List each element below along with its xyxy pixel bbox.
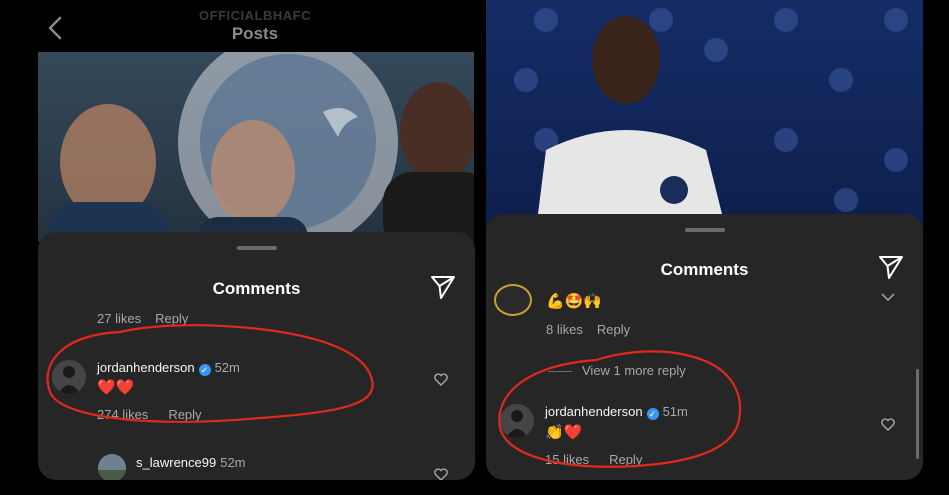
comment-text: ❤️❤️: [97, 379, 135, 396]
avatar[interactable]: [52, 360, 86, 394]
comment-header: jordanhenderson ✓ 51m: [545, 404, 688, 420]
likes-count: 27 likes: [97, 311, 142, 326]
sheet-drag-handle[interactable]: [684, 228, 725, 232]
reply-button[interactable]: Reply: [155, 311, 188, 326]
reply-button[interactable]: Reply: [168, 407, 201, 422]
comment-time: 51m: [662, 404, 688, 419]
page-title: Posts: [231, 24, 279, 43]
likes-count[interactable]: 8 likes: [546, 322, 583, 337]
view-more-label: View 1 more reply: [582, 363, 686, 378]
like-button[interactable]: [434, 468, 448, 480]
share-button[interactable]: [878, 254, 904, 280]
send-icon: [879, 256, 903, 279]
send-icon: [431, 276, 455, 299]
comment-meta: 15 likes Reply: [545, 452, 642, 467]
comments-sheet: Comments 27 likes Reply jordanhenderson ✓ 5…: [38, 232, 475, 480]
comments-title: Comments: [660, 260, 749, 279]
comment-text: 💪🤩🙌: [546, 293, 603, 310]
likes-count[interactable]: 15 likes: [545, 452, 589, 467]
avatar[interactable]: [500, 404, 534, 438]
scrollbar[interactable]: [916, 369, 919, 459]
like-button[interactable]: [434, 373, 448, 386]
reply-button[interactable]: Reply: [597, 322, 630, 337]
comment-time: 52m: [214, 360, 240, 375]
avatar[interactable]: [494, 284, 532, 316]
share-button[interactable]: [430, 274, 456, 300]
previous-comment-meta: 27 likes Reply: [97, 311, 188, 326]
reply-button[interactable]: Reply: [609, 452, 642, 467]
comments-sheet: Comments 💪🤩🙌 8 likes Reply View 1 more re…: [486, 214, 923, 480]
username-link[interactable]: s_lawrence99: [136, 455, 216, 470]
heart-outline-icon: [881, 418, 895, 431]
likes-count[interactable]: 274 likes: [97, 407, 148, 422]
heart-outline-icon: [434, 373, 448, 386]
comment-header: s_lawrence99 52m: [136, 455, 246, 470]
verified-badge-icon: ✓: [198, 364, 211, 376]
chevron-down-icon: [881, 293, 895, 302]
collapse-button[interactable]: [880, 290, 896, 302]
view-more-replies-button[interactable]: View 1 more reply: [548, 363, 686, 378]
comments-title: Comments: [212, 279, 301, 298]
account-handle: OFFICIALBHAFC: [199, 8, 311, 23]
verified-badge-icon: ✓: [646, 408, 659, 420]
comment-time: 52m: [220, 455, 246, 470]
left-screenshot: OFFICIALBHAFC Posts Comments 27 likes Re…: [0, 0, 478, 495]
username-link[interactable]: jordanhenderson: [545, 404, 643, 419]
sheet-drag-handle[interactable]: [236, 246, 277, 250]
comment-header: jordanhenderson ✓ 52m: [97, 360, 240, 376]
post-photo: [38, 52, 474, 242]
heart-outline-icon: [434, 468, 448, 480]
avatar[interactable]: [98, 454, 126, 480]
comment-text: 👏❤️: [545, 424, 583, 441]
username-link[interactable]: jordanhenderson: [97, 360, 195, 375]
post-photo: [486, 0, 923, 230]
comment-meta: 274 likes Reply: [97, 407, 202, 422]
divider: [548, 371, 572, 373]
like-button[interactable]: [881, 418, 895, 431]
previous-comment-meta: 8 likes Reply: [546, 322, 630, 337]
right-screenshot: Comments 💪🤩🙌 8 likes Reply View 1 more re…: [486, 0, 949, 495]
